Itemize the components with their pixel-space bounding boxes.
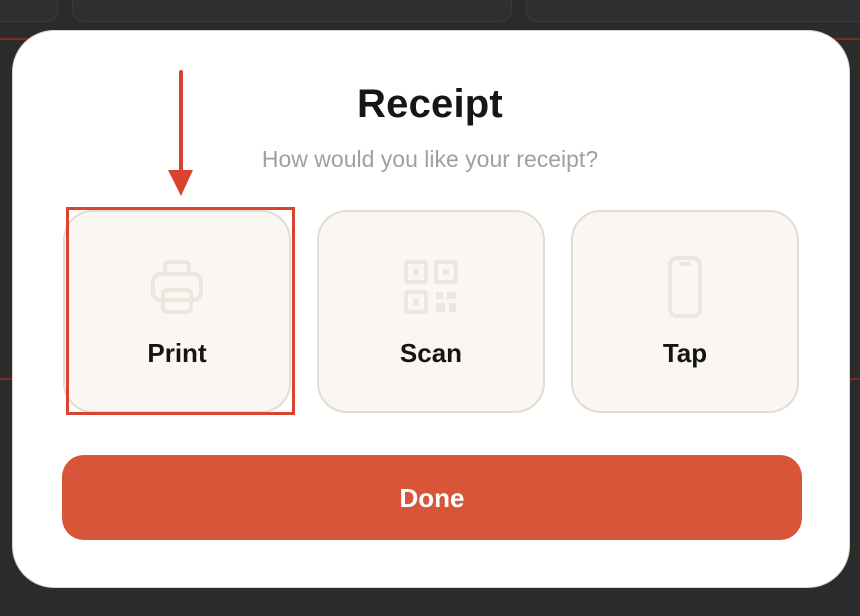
dialog-title: Receipt — [357, 82, 503, 126]
background-field — [526, 0, 860, 22]
print-option-button[interactable]: Print — [63, 210, 291, 413]
background-field — [0, 0, 58, 22]
qr-code-icon — [402, 256, 460, 318]
phone-icon — [656, 256, 714, 318]
scan-option-button[interactable]: Scan — [317, 210, 545, 413]
scan-option-label: Scan — [399, 338, 463, 368]
tap-option-button[interactable]: Tap — [571, 210, 799, 413]
dialog-subtitle: How would you like your receipt? — [261, 146, 599, 172]
print-option-label: Print — [147, 338, 207, 368]
background-field — [72, 0, 512, 22]
done-button[interactable]: Done — [62, 455, 802, 540]
printer-icon — [148, 256, 206, 318]
tap-option-label: Tap — [662, 338, 708, 368]
